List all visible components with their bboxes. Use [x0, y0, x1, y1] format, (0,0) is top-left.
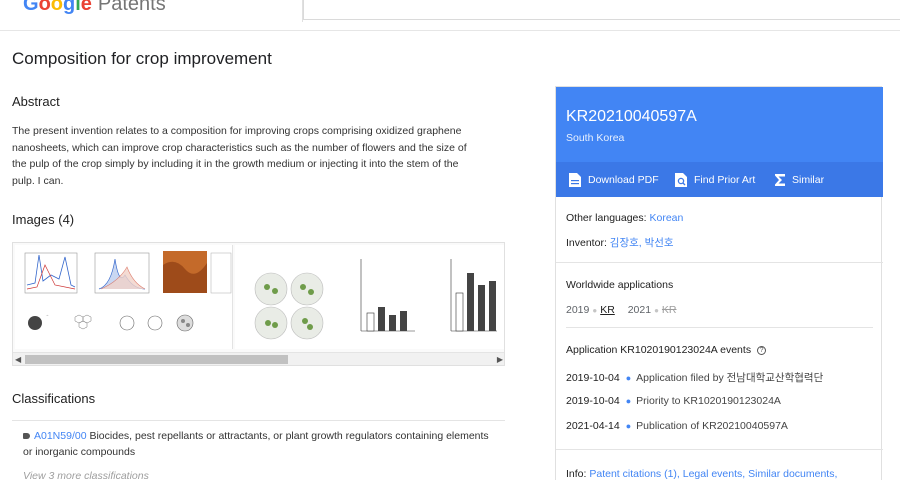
- scrollbar-thumb[interactable]: [25, 355, 288, 364]
- classifications-list: A01N59/00 Biocides, pest repellants or a…: [12, 420, 505, 480]
- classification-item: A01N59/00 Biocides, pest repellants or a…: [23, 428, 493, 460]
- worldwide-applications-heading: Worldwide applications: [566, 279, 674, 291]
- help-icon[interactable]: ?: [757, 346, 767, 355]
- label-tag-icon: [23, 433, 30, 440]
- classification-code-link[interactable]: A01N59/00: [34, 430, 87, 442]
- patent-image-2[interactable]: [235, 245, 504, 349]
- download-pdf-button[interactable]: Download PDF: [568, 162, 659, 197]
- patent-image-1[interactable]: →: [15, 245, 233, 349]
- pdf-document-icon: [569, 172, 581, 187]
- search-input[interactable]: [303, 0, 900, 20]
- event-dot-icon: ●: [625, 373, 632, 383]
- images-scrollbar[interactable]: ◀ ▶: [13, 352, 504, 365]
- classifications-heading: Classifications: [12, 391, 96, 406]
- event-row: 2019-10-04 ● Application filed by 전남대학교산학협…: [566, 372, 824, 384]
- inventor-link[interactable]: 김장호, 박선호: [610, 237, 674, 249]
- scroll-right-arrow-icon[interactable]: ▶: [497, 355, 503, 364]
- patent-info-card: KR20210040597A South Korea Download PDF …: [555, 86, 883, 480]
- top-bar: Google Patents: [0, 0, 900, 31]
- abstract-text: The present invention relates to a compo…: [12, 125, 467, 187]
- card-header: KR20210040597A South Korea Download PDF …: [556, 87, 883, 197]
- event-row: 2019-10-04 ● Priority to KR1020190123024A: [566, 395, 781, 407]
- scroll-left-arrow-icon[interactable]: ◀: [15, 355, 21, 364]
- worldwide-app-link-2021[interactable]: KR: [662, 304, 677, 316]
- publication-number: KR20210040597A: [566, 108, 697, 125]
- event-row: 2021-04-14 ● Publication of KR20210040597A: [566, 420, 788, 432]
- info-row: Info: Patent citations (1), Legal events…: [566, 468, 838, 480]
- logo-area[interactable]: Google Patents: [0, 0, 303, 22]
- inventor-row: Inventor: 김장호, 박선호: [566, 237, 674, 249]
- other-language-link[interactable]: Korean: [649, 212, 683, 224]
- bullet-icon: ●: [592, 306, 598, 315]
- similar-button[interactable]: Similar: [774, 162, 824, 197]
- card-divider: [556, 262, 883, 263]
- event-dot-icon: ●: [625, 396, 632, 406]
- google-patents-logo[interactable]: Google Patents: [23, 0, 166, 16]
- country: South Korea: [566, 132, 625, 144]
- images-carousel[interactable]: → ◀ ▶: [12, 242, 505, 366]
- images-heading: Images (4): [12, 212, 75, 227]
- page-title: Composition for crop improvement: [12, 49, 272, 68]
- card-divider: [566, 327, 873, 328]
- find-prior-art-button[interactable]: Find Prior Art: [674, 162, 755, 197]
- classification-description: Biocides, pest repellants or attractants…: [23, 430, 489, 458]
- bullet-icon: ●: [654, 306, 659, 315]
- svg-text:→: →: [45, 312, 49, 317]
- sigma-icon: [775, 173, 785, 186]
- more-classifications-link[interactable]: View 3 more classifications: [23, 470, 149, 480]
- events-heading: Application KR1020190123024A events?: [566, 344, 767, 356]
- worldwide-app-link-2019[interactable]: KR: [600, 304, 615, 316]
- worldwide-applications-list: 2019 ● KR 2021 ● KR: [566, 304, 677, 316]
- document-search-icon: [675, 172, 687, 187]
- other-languages-row: Other languages: Korean: [566, 212, 684, 224]
- info-links[interactable]: Patent citations (1), Legal events, Simi…: [589, 468, 837, 480]
- abstract-heading: Abstract: [12, 94, 60, 109]
- card-divider: [556, 449, 883, 450]
- action-bar: Download PDF Find Prior Art Similar: [556, 162, 883, 197]
- event-dot-icon: ●: [625, 421, 632, 431]
